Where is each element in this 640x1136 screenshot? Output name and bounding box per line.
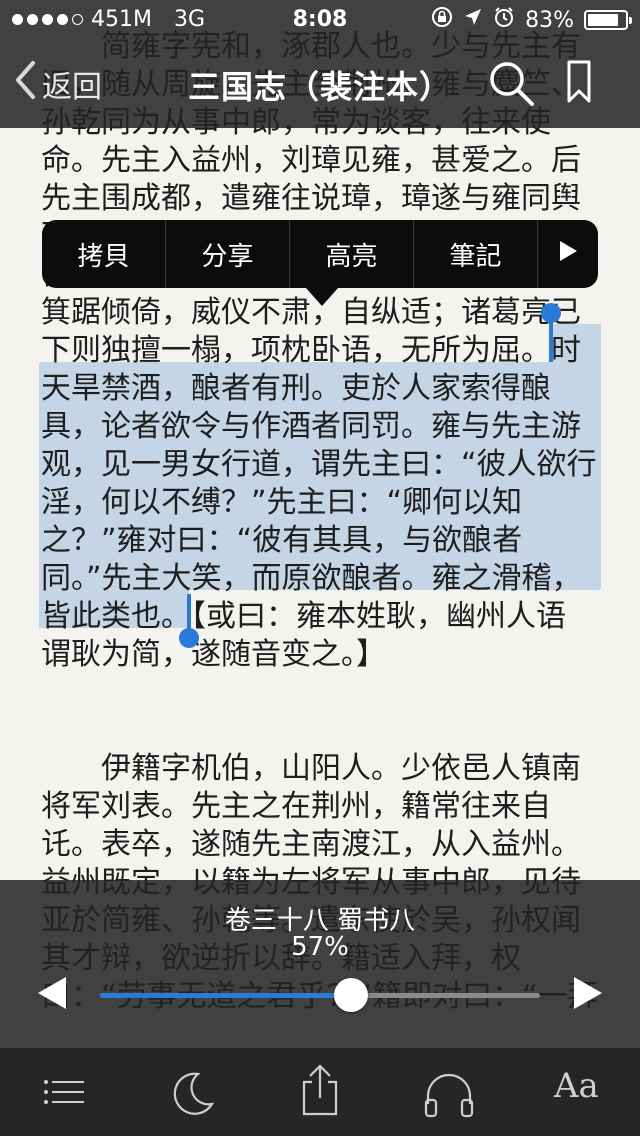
note-button[interactable]: 筆記: [414, 220, 538, 288]
font-size-label: Aa: [554, 1066, 599, 1106]
selection-start-bar: [549, 318, 553, 362]
location-arrow-icon: [463, 7, 483, 33]
top-bar: 451M 3G 8:08 83% 返回 三国志（裴注本）: [0, 0, 640, 128]
text-line: 下则独擅一榻，项枕卧语，无所为屈。时: [41, 333, 581, 368]
share-icon[interactable]: [298, 1064, 342, 1120]
book-title: 三国志（裴注本）: [187, 68, 452, 106]
next-chapter-button[interactable]: [572, 976, 604, 1014]
play-arrow-icon: [558, 239, 578, 269]
navigation-bar: 返回 三国志（裴注本）: [0, 44, 640, 128]
text-line: 观，见一男女行道，谓先主曰：“彼人欲行: [41, 447, 597, 482]
text-line: 皆此类也。【或曰：雍本姓耿，幽州人语: [41, 599, 566, 634]
moon-icon[interactable]: [168, 1070, 216, 1122]
text-selection-menu: 拷貝 分享 高亮 筆記: [42, 220, 598, 306]
orientation-lock-icon: [431, 6, 453, 34]
share-button[interactable]: 分享: [166, 220, 290, 288]
bookmark-icon[interactable]: [566, 60, 592, 108]
battery-icon: [584, 10, 632, 30]
font-size-icon[interactable]: Aa: [554, 1066, 599, 1106]
text-line: 讬。表卒，遂随先主南渡江，从入益州。: [41, 827, 581, 862]
text-line: 淫，何以不缚？”先主曰：“卿何以知: [41, 485, 523, 520]
highlight-button[interactable]: 高亮: [290, 220, 414, 288]
progress-percent: 57%: [291, 932, 349, 962]
text-line: 伊籍字机伯，山阳人。少依邑人镇南: [41, 751, 581, 786]
text-line: 先主围成都，遣雍往说璋，璋遂与雍同舆: [41, 181, 581, 216]
status-bar: 451M 3G 8:08 83%: [0, 0, 640, 40]
text-line: 具，论者欲令与作酒者同罚。雍与先主游: [41, 409, 581, 444]
list-icon[interactable]: [42, 1070, 86, 1118]
alarm-icon: [493, 6, 515, 34]
more-options-button[interactable]: [538, 220, 598, 288]
text-line: 命。先主入益州，刘璋见雍，甚爱之。后: [41, 143, 581, 178]
previous-chapter-button[interactable]: [36, 976, 68, 1014]
reading-progress-panel: 卷三十八 蜀书八 57%: [0, 880, 640, 1048]
menu-pointer: [306, 288, 338, 306]
search-icon[interactable]: [486, 58, 536, 112]
text-line: 将军刘表。先主之在荆州，籍常往来自: [41, 789, 551, 824]
text-line: 天旱禁酒，酿者有刑。吏於人家索得酿: [41, 371, 551, 406]
headphones-icon[interactable]: [422, 1070, 476, 1122]
text-line: 谓耿为简，遂随音变之。】: [41, 637, 386, 672]
battery-percent: 83%: [525, 7, 574, 33]
bottom-toolbar: Aa: [0, 1048, 640, 1136]
selection-end-handle[interactable]: [179, 628, 199, 648]
copy-button[interactable]: 拷貝: [42, 220, 166, 288]
text-line: 之？”雍对曰：“彼有其具，与欲酿者: [41, 523, 523, 558]
text-line: 同。”先主大笑，而原欲酿者。雍之滑稽，: [41, 561, 582, 596]
slider-thumb[interactable]: [333, 978, 368, 1012]
progress-slider[interactable]: [100, 978, 540, 1012]
slider-fill: [100, 993, 351, 998]
selection-end-bar: [187, 594, 191, 632]
